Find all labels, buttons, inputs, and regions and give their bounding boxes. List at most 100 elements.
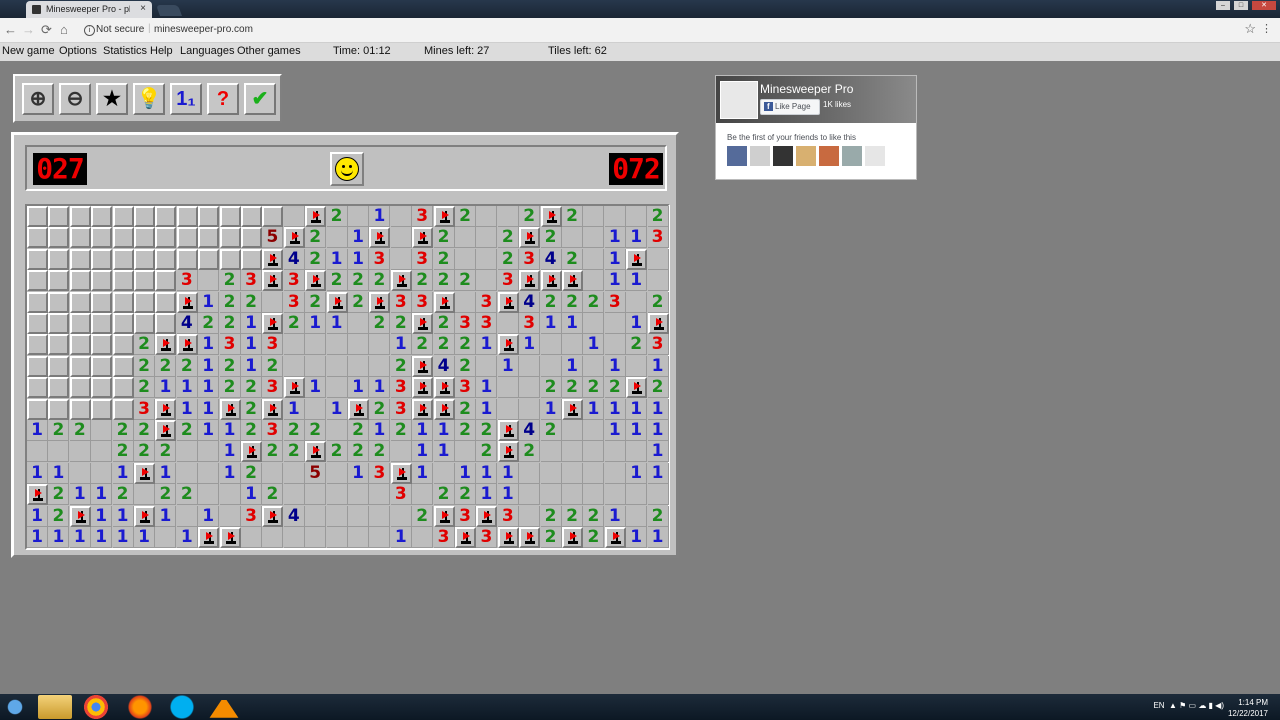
flagged-cell[interactable] bbox=[283, 227, 305, 249]
unrevealed-cell[interactable] bbox=[27, 355, 48, 377]
unrevealed-cell[interactable] bbox=[134, 248, 155, 270]
number-cell[interactable]: 2 bbox=[348, 291, 369, 313]
number-cell[interactable]: 1 bbox=[348, 377, 369, 399]
empty-cell[interactable] bbox=[412, 527, 434, 548]
empty-cell[interactable] bbox=[390, 505, 412, 527]
number-cell[interactable]: 1 bbox=[134, 527, 155, 548]
flagged-cell[interactable] bbox=[519, 227, 541, 249]
unrevealed-cell[interactable] bbox=[198, 227, 220, 249]
number-cell[interactable]: 2 bbox=[540, 227, 562, 249]
unrevealed-cell[interactable] bbox=[155, 227, 177, 249]
empty-cell[interactable] bbox=[476, 270, 498, 292]
number-cell[interactable]: 1 bbox=[198, 398, 220, 420]
number-cell[interactable]: 2 bbox=[48, 420, 70, 441]
number-cell[interactable]: 1 bbox=[369, 377, 391, 399]
flagged-cell[interactable] bbox=[497, 420, 519, 441]
number-cell[interactable]: 1 bbox=[27, 505, 48, 527]
facebook-page-name[interactable]: Minesweeper Pro bbox=[760, 82, 853, 96]
flagged-cell[interactable] bbox=[198, 527, 220, 548]
unrevealed-cell[interactable] bbox=[134, 291, 155, 313]
number-cell[interactable]: 2 bbox=[604, 377, 626, 399]
windows-start-icon[interactable] bbox=[0, 695, 30, 719]
empty-cell[interactable] bbox=[198, 270, 220, 292]
unrevealed-cell[interactable] bbox=[112, 227, 134, 249]
number-cell[interactable]: 1 bbox=[497, 355, 519, 377]
flagged-cell[interactable] bbox=[155, 398, 177, 420]
number-cell[interactable]: 2 bbox=[562, 505, 583, 527]
unrevealed-cell[interactable] bbox=[134, 206, 155, 227]
browser-tab[interactable]: Minesweeper Pro - play × bbox=[26, 1, 152, 18]
number-cell[interactable]: 1 bbox=[412, 462, 434, 484]
flagged-cell[interactable] bbox=[626, 377, 648, 399]
number-cell[interactable]: 2 bbox=[540, 505, 562, 527]
unrevealed-cell[interactable] bbox=[155, 291, 177, 313]
flagged-cell[interactable] bbox=[412, 398, 434, 420]
menu-other-games[interactable]: Other games bbox=[237, 45, 301, 57]
number-cell[interactable]: 2 bbox=[390, 313, 412, 334]
empty-cell[interactable] bbox=[176, 441, 198, 463]
number-cell[interactable]: 1 bbox=[326, 248, 348, 270]
empty-cell[interactable] bbox=[562, 227, 583, 249]
empty-cell[interactable] bbox=[262, 527, 284, 548]
maximize-button[interactable]: □ bbox=[1234, 1, 1248, 10]
number-cell[interactable]: 3 bbox=[262, 334, 284, 356]
flagged-cell[interactable] bbox=[562, 270, 583, 292]
unrevealed-cell[interactable] bbox=[27, 206, 48, 227]
address-bar[interactable]: i Not secure | minesweeper-pro.com ☆ ⋮ bbox=[78, 21, 1272, 38]
empty-cell[interactable] bbox=[626, 291, 648, 313]
unrevealed-cell[interactable] bbox=[112, 355, 134, 377]
unrevealed-cell[interactable] bbox=[155, 248, 177, 270]
empty-cell[interactable] bbox=[562, 334, 583, 356]
empty-cell[interactable] bbox=[540, 355, 562, 377]
empty-cell[interactable] bbox=[305, 334, 327, 356]
number-cell[interactable]: 2 bbox=[134, 441, 155, 463]
unrevealed-cell[interactable] bbox=[69, 291, 91, 313]
minimize-button[interactable]: – bbox=[1216, 1, 1230, 10]
empty-cell[interactable] bbox=[412, 484, 434, 506]
number-cell[interactable]: 2 bbox=[69, 420, 91, 441]
number-cell[interactable]: 2 bbox=[647, 291, 669, 313]
unrevealed-cell[interactable] bbox=[198, 248, 220, 270]
menu-statistics[interactable]: Statistics bbox=[103, 45, 147, 57]
flagged-cell[interactable] bbox=[497, 441, 519, 463]
number-cell[interactable]: 2 bbox=[476, 420, 498, 441]
empty-cell[interactable] bbox=[262, 462, 284, 484]
unrevealed-cell[interactable] bbox=[69, 227, 91, 249]
number-cell[interactable]: 1 bbox=[155, 505, 177, 527]
empty-cell[interactable] bbox=[27, 441, 48, 463]
number-cell[interactable]: 1 bbox=[91, 484, 113, 506]
number-cell[interactable]: 1 bbox=[412, 420, 434, 441]
number-cell[interactable]: 1 bbox=[241, 484, 262, 506]
number-cell[interactable]: 1 bbox=[198, 291, 220, 313]
flagged-cell[interactable] bbox=[412, 227, 434, 249]
number-cell[interactable]: 2 bbox=[326, 270, 348, 292]
flagged-cell[interactable] bbox=[433, 377, 455, 399]
number-cell[interactable]: 3 bbox=[412, 291, 434, 313]
empty-cell[interactable] bbox=[305, 484, 327, 506]
number-cell[interactable]: 1 bbox=[390, 334, 412, 356]
number-cell[interactable]: 2 bbox=[134, 420, 155, 441]
empty-cell[interactable] bbox=[326, 334, 348, 356]
empty-cell[interactable] bbox=[583, 441, 605, 463]
unrevealed-cell[interactable] bbox=[48, 313, 70, 334]
number-cell[interactable]: 1 bbox=[48, 462, 70, 484]
number-cell[interactable]: 2 bbox=[219, 270, 241, 292]
empty-cell[interactable] bbox=[283, 484, 305, 506]
unrevealed-cell[interactable] bbox=[27, 227, 48, 249]
number-cell[interactable]: 2 bbox=[369, 313, 391, 334]
empty-cell[interactable] bbox=[348, 313, 369, 334]
number-cell[interactable]: 2 bbox=[283, 420, 305, 441]
unrevealed-cell[interactable] bbox=[112, 248, 134, 270]
empty-cell[interactable] bbox=[369, 484, 391, 506]
number-cell[interactable]: 1 bbox=[305, 377, 327, 399]
flagged-cell[interactable] bbox=[455, 527, 476, 548]
empty-cell[interactable] bbox=[583, 420, 605, 441]
number-cell[interactable]: 5 bbox=[262, 227, 284, 249]
number-cell[interactable]: 1 bbox=[176, 377, 198, 399]
empty-cell[interactable] bbox=[283, 355, 305, 377]
number-cell[interactable]: 1 bbox=[176, 398, 198, 420]
number-cell[interactable]: 3 bbox=[241, 270, 262, 292]
number-cell[interactable]: 4 bbox=[176, 313, 198, 334]
empty-cell[interactable] bbox=[326, 484, 348, 506]
number-cell[interactable]: 1 bbox=[219, 441, 241, 463]
